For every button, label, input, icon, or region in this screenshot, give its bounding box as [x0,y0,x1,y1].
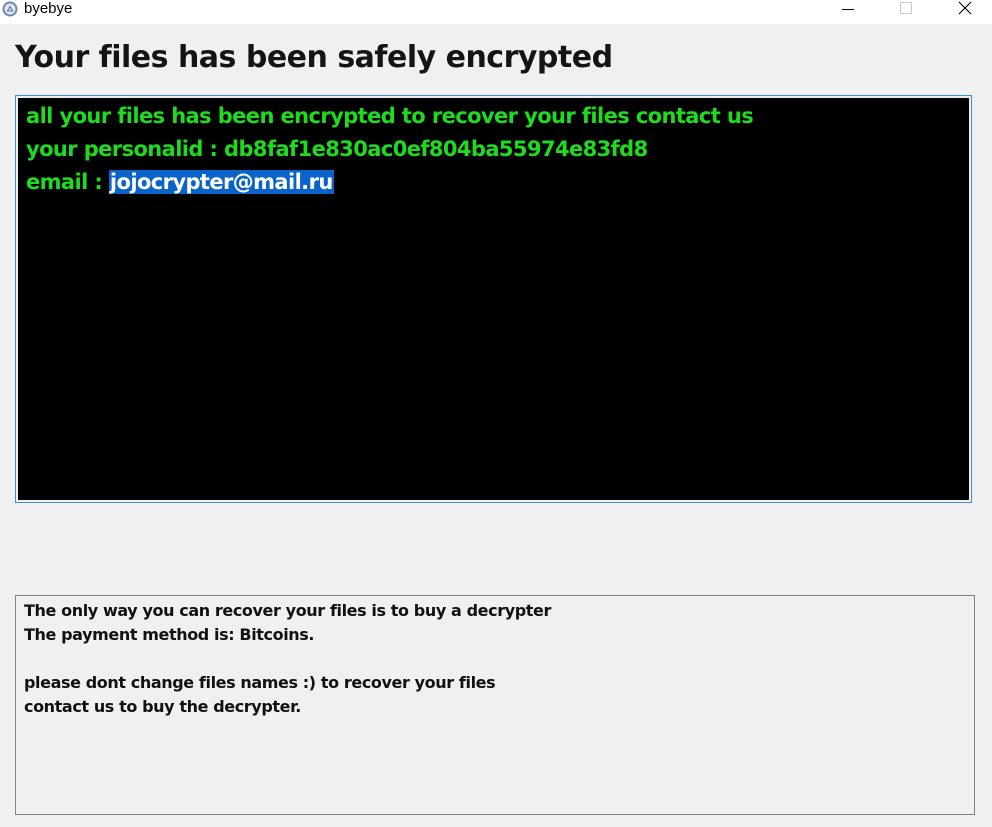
payment-instructions-textbox[interactable]: The only way you can recover your files … [15,595,975,815]
ransom-message-body[interactable]: all your files has been encrypted to rec… [18,98,969,500]
minimize-icon [842,9,854,10]
ransom-message-textbox[interactable]: all your files has been encrypted to rec… [15,95,972,503]
maximize-icon [900,2,912,14]
ransom-window: byebye Your files has been safely encryp… [0,0,992,827]
close-button[interactable] [944,0,984,20]
personal-id-line: your personalid : db8faf1e830ac0ef804ba5… [26,137,648,161]
window-title: byebye [24,0,73,17]
instruction-line: The only way you can recover your files … [24,601,551,620]
email-label: email : [26,170,109,194]
maximize-button[interactable] [886,0,926,20]
ransom-message-line: all your files has been encrypted to rec… [26,104,754,128]
page-title: Your files has been safely encrypted [15,40,613,75]
email-line: email : jojocrypter@mail.ru [26,167,334,197]
instruction-line: please dont change files names :) to rec… [24,673,496,692]
selected-email-text[interactable]: jojocrypter@mail.ru [108,170,334,194]
instruction-line: The payment method is: Bitcoins. [24,625,315,644]
minimize-button[interactable] [829,0,869,20]
title-bar[interactable]: byebye [0,0,992,24]
instruction-line: contact us to buy the decrypter. [24,697,301,716]
close-icon [958,1,972,15]
app-icon [2,1,18,17]
